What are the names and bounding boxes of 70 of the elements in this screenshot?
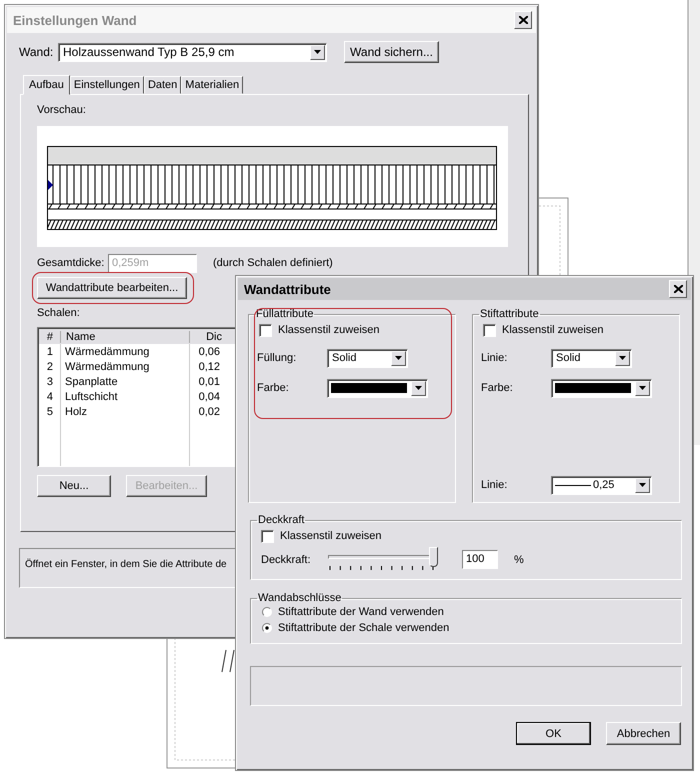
tab[interactable]: Aufbau bbox=[23, 75, 70, 95]
table-cell-text: 0,06 bbox=[198, 346, 220, 358]
table-cell-text: 3 bbox=[46, 376, 54, 388]
field-label: Farbe: bbox=[257, 382, 290, 394]
color-dropdown[interactable] bbox=[551, 378, 652, 398]
line-weight-dropdown[interactable]: 0,25 bbox=[551, 476, 652, 494]
window-title: Einstellungen Wand bbox=[13, 12, 137, 28]
status-text: Öffnet ein Fenster, in dem Sie die Attribute de bbox=[25, 559, 227, 570]
wall-dropdown[interactable]: Holzaussenwand Typ B 25,9 cm bbox=[58, 42, 327, 62]
close-button[interactable] bbox=[514, 11, 532, 29]
tab[interactable]: Einstellungen bbox=[70, 76, 144, 94]
dialog-button[interactable]: OK bbox=[516, 722, 591, 745]
field-label: Linie: bbox=[481, 479, 508, 491]
group-title: Füllattribute bbox=[255, 308, 314, 320]
checkbox[interactable] bbox=[259, 324, 272, 336]
field-label: Gesamtdicke: bbox=[37, 257, 106, 269]
table-cell-text: 0,02 bbox=[198, 406, 220, 418]
dialog-button[interactable]: Abbrechen bbox=[606, 722, 681, 745]
radio-button[interactable] bbox=[262, 607, 272, 617]
checkbox[interactable] bbox=[483, 324, 496, 336]
list-button[interactable]: Neu... bbox=[37, 475, 111, 497]
table-cell-text: Spanplatte bbox=[64, 376, 119, 388]
close-button[interactable] bbox=[669, 280, 687, 298]
table-cell-text: 0,01 bbox=[198, 376, 220, 388]
group-title: Wandabschlüsse bbox=[257, 592, 342, 604]
table-cell-text: 0,12 bbox=[198, 360, 220, 372]
table-cell-text: 5 bbox=[46, 406, 54, 418]
window-title: Wandattribute bbox=[244, 282, 331, 296]
field-label: Wand: bbox=[19, 45, 54, 59]
tab[interactable]: Materialien bbox=[181, 76, 244, 94]
dropdown[interactable]: Solid bbox=[327, 348, 408, 368]
slider-thumb[interactable] bbox=[429, 547, 438, 567]
checkbox-label: Klassenstil zuweisen bbox=[280, 530, 382, 542]
line-sample-icon bbox=[555, 484, 591, 486]
slider-track[interactable] bbox=[328, 547, 438, 567]
column-header[interactable]: Name bbox=[61, 330, 190, 342]
field-label: Füllung: bbox=[257, 352, 298, 364]
table-cell-text: 4 bbox=[46, 390, 54, 402]
edit-attributes-button[interactable]: Wandattribute bearbeiten... bbox=[37, 277, 187, 299]
field-label: Farbe: bbox=[481, 382, 514, 394]
group-title: Stiftattribute bbox=[479, 308, 540, 320]
radio-label: Stiftattribute der Wand verwenden bbox=[278, 606, 444, 618]
table-cell-text: Luftschicht bbox=[64, 390, 119, 402]
table-cell-text: 2 bbox=[46, 360, 54, 372]
unit-label: % bbox=[514, 554, 524, 566]
close-icon bbox=[518, 16, 528, 24]
section-label: Vorschau: bbox=[37, 104, 86, 118]
table-cell-text: 1 bbox=[46, 346, 54, 358]
checkbox-label: Klassenstil zuweisen bbox=[502, 324, 604, 336]
table-cell-text: 0,04 bbox=[198, 390, 220, 402]
table-cell-text: Wärmedämmung bbox=[64, 346, 150, 358]
field-label: Linie: bbox=[481, 352, 508, 364]
color-dropdown[interactable] bbox=[327, 378, 428, 398]
note-text: (durch Schalen definiert) bbox=[213, 257, 333, 269]
opacity-field[interactable]: 100 bbox=[462, 550, 498, 569]
table-cell-text: Wärmedämmung bbox=[64, 360, 150, 372]
field-label: Deckkraft: bbox=[261, 554, 312, 566]
column-header[interactable]: Dic bbox=[190, 330, 222, 342]
dropdown[interactable]: Solid bbox=[551, 348, 632, 368]
close-icon bbox=[674, 285, 682, 293]
checkbox[interactable] bbox=[261, 530, 274, 542]
group-title: Deckkraft bbox=[257, 514, 306, 526]
save-wall-button[interactable]: Wand sichern... bbox=[344, 41, 439, 63]
section-label: Schalen: bbox=[37, 307, 80, 321]
tab[interactable]: Daten bbox=[144, 76, 182, 94]
radio-label: Stiftattribute der Schale verwenden bbox=[278, 622, 450, 634]
radio-button[interactable] bbox=[262, 623, 272, 633]
checkbox-label: Klassenstil zuweisen bbox=[278, 324, 380, 336]
table-cell-text: Holz bbox=[64, 406, 88, 418]
column-header[interactable]: # bbox=[39, 330, 61, 342]
